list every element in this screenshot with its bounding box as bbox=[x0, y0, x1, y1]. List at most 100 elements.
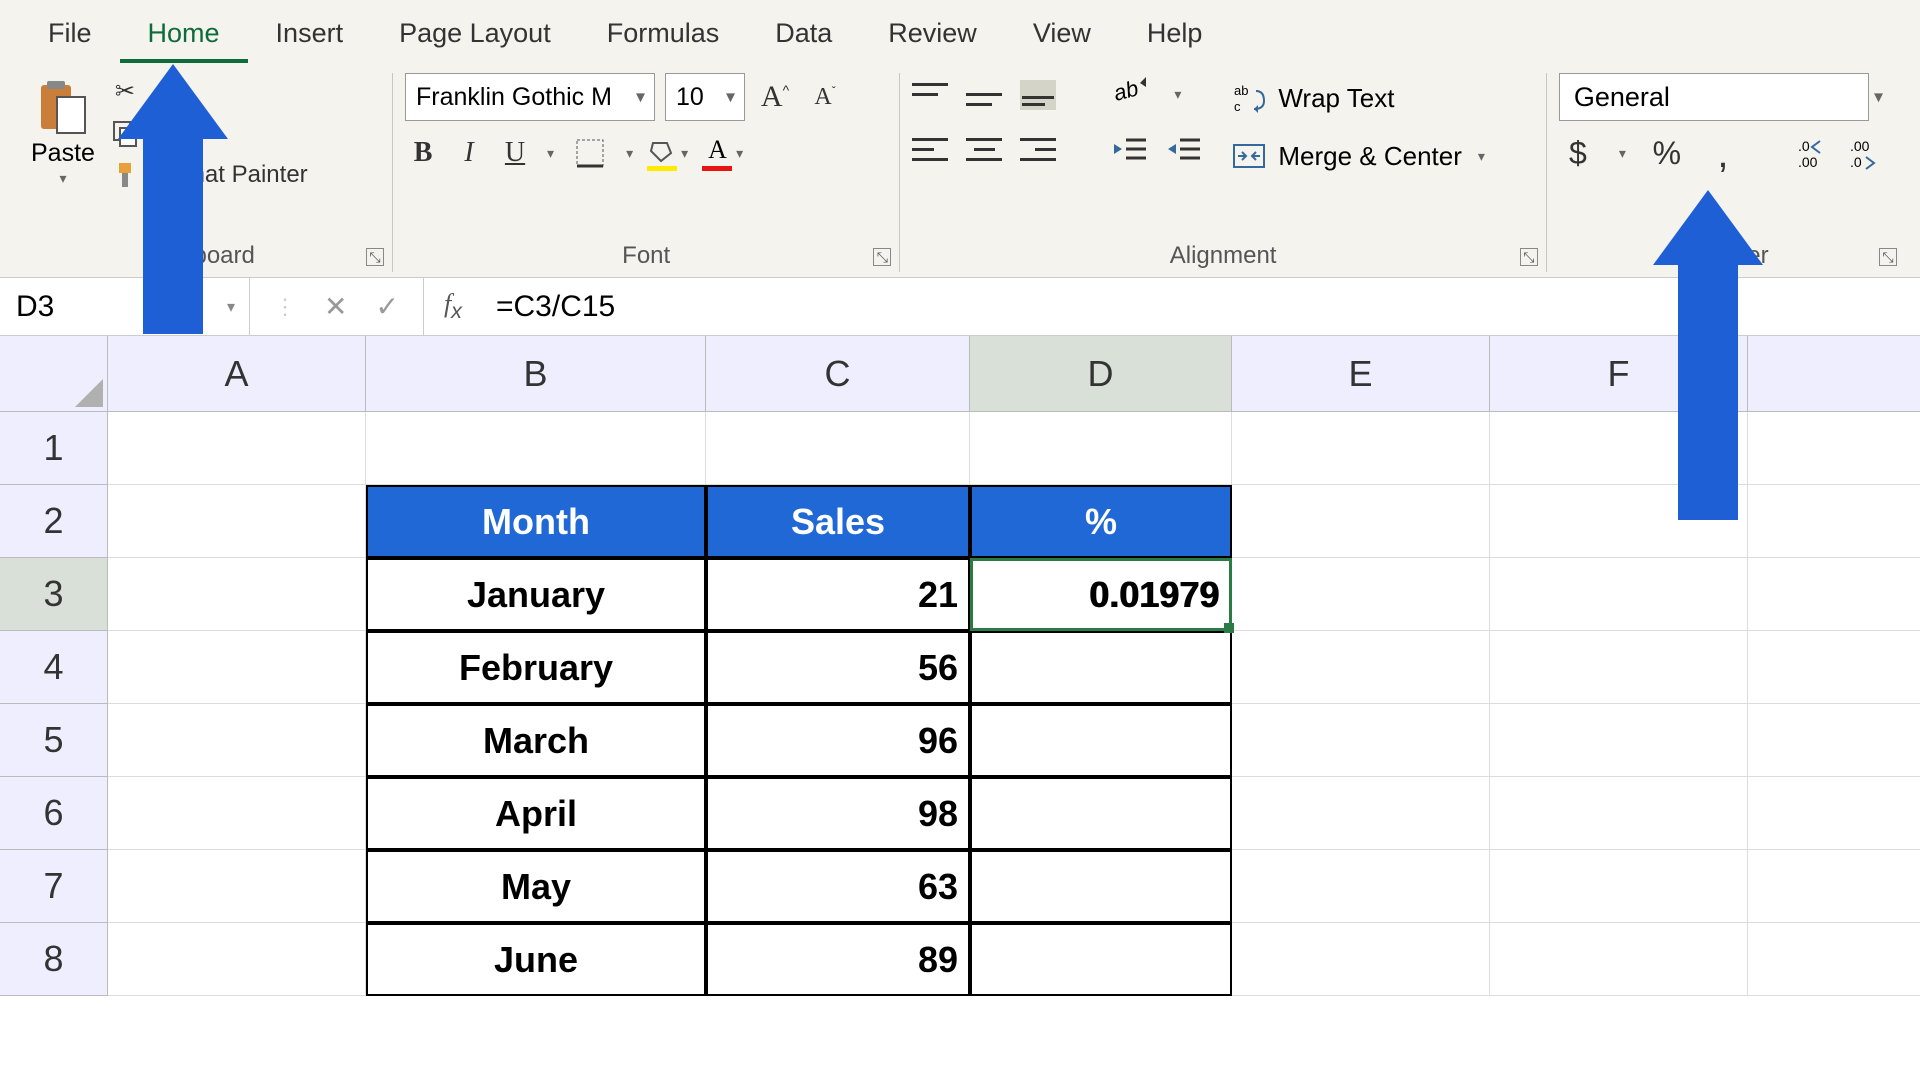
cell-E2[interactable] bbox=[1232, 485, 1490, 558]
cell-A6[interactable] bbox=[108, 777, 366, 850]
cell-G2[interactable] bbox=[1748, 485, 1920, 558]
row-header-3[interactable]: 3 bbox=[0, 558, 108, 631]
cell-F3[interactable] bbox=[1490, 558, 1748, 631]
align-middle-icon[interactable] bbox=[966, 80, 1002, 110]
cell-B4[interactable]: February bbox=[366, 631, 706, 704]
tab-formulas[interactable]: Formulas bbox=[579, 8, 748, 63]
borders-dropdown-icon[interactable]: ▾ bbox=[622, 145, 637, 162]
orientation-icon[interactable]: ab bbox=[1112, 73, 1152, 116]
align-left-icon[interactable] bbox=[912, 134, 948, 164]
decrease-decimal-button[interactable]: .00.0 bbox=[1850, 137, 1884, 171]
row-header-6[interactable]: 6 bbox=[0, 777, 108, 850]
cell-B5[interactable]: March bbox=[366, 704, 706, 777]
copy-dropdown-icon[interactable]: ▾ bbox=[149, 125, 164, 142]
row-header-4[interactable]: 4 bbox=[0, 631, 108, 704]
number-launcher[interactable]: ⤡ bbox=[1879, 248, 1897, 266]
cell-G5[interactable] bbox=[1748, 704, 1920, 777]
cell-A4[interactable] bbox=[108, 631, 366, 704]
cell-D4[interactable] bbox=[970, 631, 1232, 704]
select-all-corner[interactable] bbox=[0, 336, 108, 412]
percent-format-button[interactable]: % bbox=[1648, 135, 1686, 172]
cell-B1[interactable] bbox=[366, 412, 706, 485]
tab-data[interactable]: Data bbox=[747, 8, 860, 63]
font-size-select[interactable]: 10 bbox=[665, 73, 745, 121]
accounting-format-button[interactable]: $ bbox=[1559, 135, 1597, 172]
comma-format-button[interactable]: , bbox=[1704, 144, 1742, 164]
cell-F4[interactable] bbox=[1490, 631, 1748, 704]
paste-button[interactable]: Paste ▾ bbox=[27, 73, 99, 191]
tab-file[interactable]: File bbox=[20, 8, 120, 63]
alignment-launcher[interactable]: ⤡ bbox=[1520, 248, 1538, 266]
number-format-select[interactable]: General bbox=[1559, 73, 1869, 121]
cell-G1[interactable] bbox=[1748, 412, 1920, 485]
cell-C1[interactable] bbox=[706, 412, 970, 485]
cell-E7[interactable] bbox=[1232, 850, 1490, 923]
cancel-formula-icon[interactable]: ✕ bbox=[324, 290, 347, 323]
fx-icon[interactable]: fx bbox=[424, 289, 482, 324]
merge-dropdown-icon[interactable]: ▾ bbox=[1474, 148, 1489, 165]
cell-E1[interactable] bbox=[1232, 412, 1490, 485]
align-right-icon[interactable] bbox=[1020, 134, 1056, 164]
cell-D1[interactable] bbox=[970, 412, 1232, 485]
increase-font-icon[interactable]: A^ bbox=[755, 80, 795, 114]
cell-F5[interactable] bbox=[1490, 704, 1748, 777]
cell-B3[interactable]: January bbox=[366, 558, 706, 631]
cell-C7[interactable]: 63 bbox=[706, 850, 970, 923]
name-box[interactable]: D3 bbox=[0, 278, 250, 336]
cell-A8[interactable] bbox=[108, 923, 366, 996]
cell-D7[interactable] bbox=[970, 850, 1232, 923]
cell-E3[interactable] bbox=[1232, 558, 1490, 631]
underline-dropdown-icon[interactable]: ▾ bbox=[543, 145, 558, 162]
cell-G7[interactable] bbox=[1748, 850, 1920, 923]
cell-D3[interactable]: 0.01979 bbox=[970, 558, 1232, 631]
bold-button[interactable]: B bbox=[405, 135, 441, 171]
cell-E8[interactable] bbox=[1232, 923, 1490, 996]
cell-G3[interactable] bbox=[1748, 558, 1920, 631]
clipboard-launcher[interactable]: ⤡ bbox=[366, 248, 384, 266]
cell-G6[interactable] bbox=[1748, 777, 1920, 850]
cell-F7[interactable] bbox=[1490, 850, 1748, 923]
cell-F6[interactable] bbox=[1490, 777, 1748, 850]
cell-C3[interactable]: 21 bbox=[706, 558, 970, 631]
fontcolor-dropdown-icon[interactable]: ▾ bbox=[732, 145, 747, 162]
cell-F8[interactable] bbox=[1490, 923, 1748, 996]
font-color-button[interactable]: A ▾ bbox=[702, 139, 747, 167]
cell-C4[interactable]: 56 bbox=[706, 631, 970, 704]
paste-dropdown-icon[interactable]: ▾ bbox=[59, 170, 66, 187]
tab-home[interactable]: Home bbox=[120, 8, 248, 63]
cell-F1[interactable] bbox=[1490, 412, 1748, 485]
cell-A1[interactable] bbox=[108, 412, 366, 485]
underline-button[interactable]: U bbox=[497, 135, 533, 171]
format-painter-button[interactable]: Format Painter bbox=[111, 161, 308, 189]
column-header-D[interactable]: D bbox=[970, 336, 1232, 412]
decrease-font-icon[interactable]: Aˇ bbox=[805, 84, 845, 111]
merge-center-button[interactable]: Merge & Center ▾ bbox=[1232, 139, 1489, 173]
copy-button[interactable]: ▾ bbox=[111, 119, 308, 147]
row-header-8[interactable]: 8 bbox=[0, 923, 108, 996]
row-header-5[interactable]: 5 bbox=[0, 704, 108, 777]
increase-indent-icon[interactable] bbox=[1166, 134, 1202, 164]
column-header-G[interactable]: G bbox=[1748, 336, 1920, 412]
align-bottom-icon[interactable] bbox=[1020, 80, 1056, 110]
cell-B7[interactable]: May bbox=[366, 850, 706, 923]
cell-A2[interactable] bbox=[108, 485, 366, 558]
cell-A7[interactable] bbox=[108, 850, 366, 923]
cell-C8[interactable]: 89 bbox=[706, 923, 970, 996]
font-launcher[interactable]: ⤡ bbox=[873, 248, 891, 266]
align-top-icon[interactable] bbox=[912, 80, 948, 110]
align-center-icon[interactable] bbox=[966, 134, 1002, 164]
row-header-7[interactable]: 7 bbox=[0, 850, 108, 923]
cell-G4[interactable] bbox=[1748, 631, 1920, 704]
wrap-text-button[interactable]: abc Wrap Text bbox=[1232, 81, 1489, 115]
enter-formula-icon[interactable]: ✓ bbox=[375, 290, 398, 323]
column-header-C[interactable]: C bbox=[706, 336, 970, 412]
cell-F2[interactable] bbox=[1490, 485, 1748, 558]
row-header-1[interactable]: 1 bbox=[0, 412, 108, 485]
decrease-indent-icon[interactable] bbox=[1112, 134, 1148, 164]
cut-button[interactable]: ✂ bbox=[111, 77, 308, 105]
cell-B8[interactable]: June bbox=[366, 923, 706, 996]
italic-button[interactable]: I bbox=[451, 135, 487, 171]
tab-view[interactable]: View bbox=[1005, 8, 1119, 63]
cell-D2[interactable]: % bbox=[970, 485, 1232, 558]
cell-B2[interactable]: Month bbox=[366, 485, 706, 558]
